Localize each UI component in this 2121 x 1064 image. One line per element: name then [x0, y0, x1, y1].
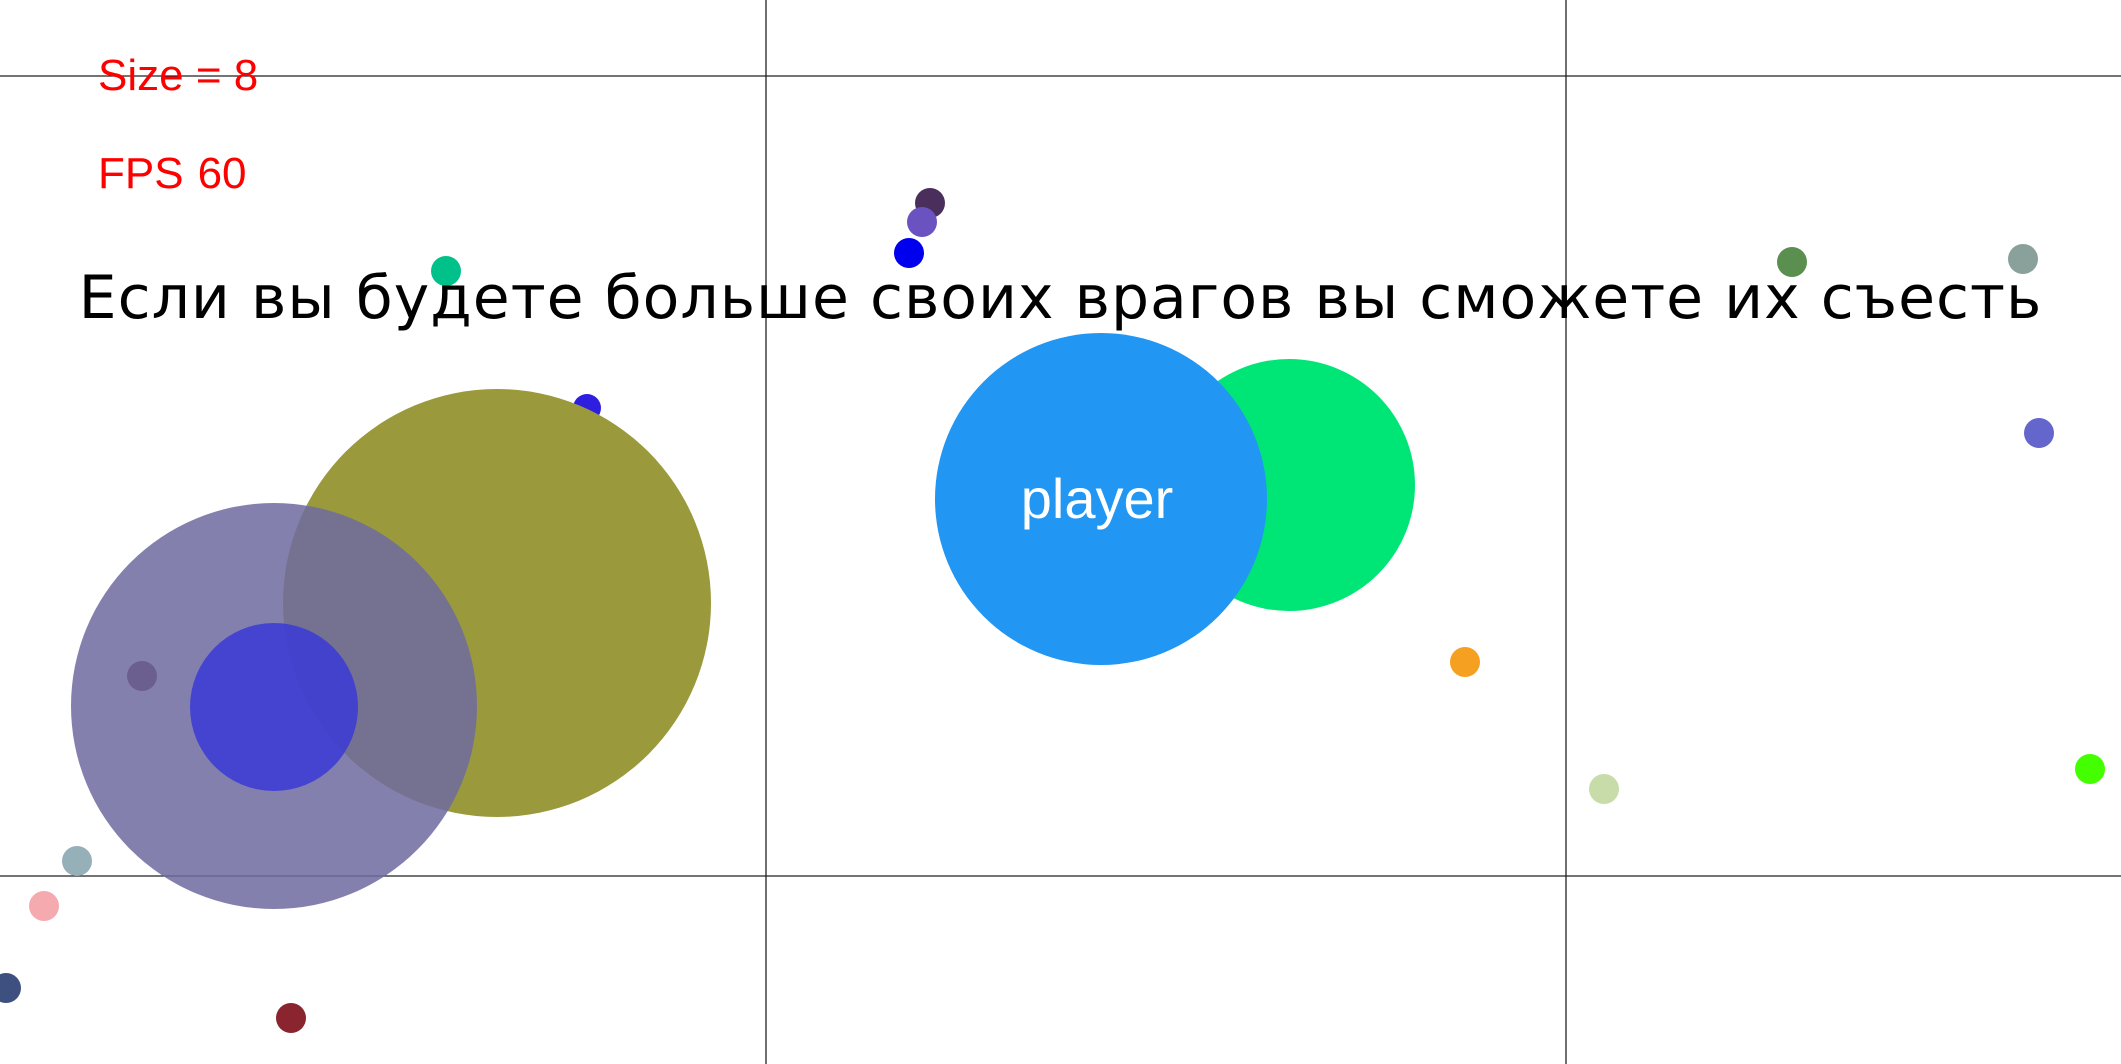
- hint-text: Если вы будете больше своих врагов вы см…: [78, 263, 2043, 333]
- food-pellet: [276, 1003, 306, 1033]
- fps-label: FPS: [98, 149, 184, 198]
- food-pellet: [1589, 774, 1619, 804]
- player-name-label: player: [1021, 467, 1174, 530]
- food-pellet: [2024, 418, 2054, 448]
- food-pellet: [62, 846, 92, 876]
- player-layer: player: [935, 333, 1267, 665]
- food-pellet: [907, 207, 937, 237]
- fps-readout: FPS 60: [98, 152, 247, 196]
- food-pellet: [1450, 647, 1480, 677]
- enemy-cell: [190, 623, 358, 791]
- game-canvas[interactable]: player Size = 8 FPS 60 Если вы будете бол…: [0, 0, 2121, 1064]
- size-readout: Size = 8: [98, 51, 259, 100]
- food-pellet: [29, 891, 59, 921]
- food-pellet: [0, 973, 21, 1003]
- food-pellet: [2075, 754, 2105, 784]
- game-field[interactable]: player: [0, 0, 2121, 1064]
- fps-value: 60: [197, 149, 247, 198]
